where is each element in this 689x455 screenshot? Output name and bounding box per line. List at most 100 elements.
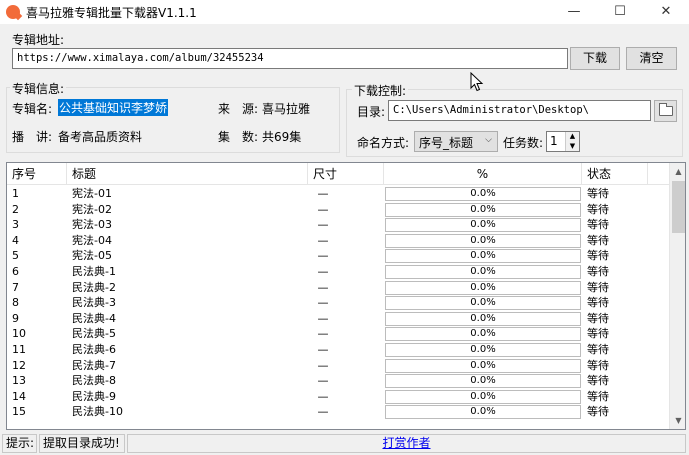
row-size: — [317, 374, 329, 388]
table-row[interactable]: 6 民法典-1 — 0.0% 等待 [7, 264, 669, 280]
column-header-title[interactable]: 标题 [67, 163, 308, 185]
row-progress: 0.0% [385, 311, 581, 326]
table-row[interactable]: 5 宪法-05 — 0.0% 等待 [7, 248, 669, 264]
task-count-value: 1 [550, 134, 558, 148]
stepper-arrows[interactable]: ▲ ▼ [565, 132, 579, 151]
window-title: 喜马拉雅专辑批量下载器V1.1.1 [26, 6, 197, 20]
tip-author-link[interactable]: 打赏作者 [127, 434, 686, 453]
row-state: 等待 [587, 311, 609, 325]
row-progress: 0.0% [385, 280, 581, 295]
row-state: 等待 [587, 202, 609, 216]
table-row[interactable]: 14 民法典-9 — 0.0% 等待 [7, 389, 669, 405]
row-progress: 0.0% [385, 218, 581, 233]
table-row[interactable]: 10 民法典-5 — 0.0% 等待 [7, 326, 669, 342]
album-url-input[interactable]: https://www.ximalaya.com/album/32455234 [12, 48, 568, 69]
scroll-up-icon[interactable]: ▲ [670, 163, 685, 180]
folder-icon [659, 103, 673, 116]
naming-select[interactable]: 序号_标题 ⌵ [414, 131, 498, 152]
row-title: 民法典-9 [72, 389, 116, 403]
row-progress: 0.0% [385, 342, 581, 357]
mouse-cursor-icon [470, 72, 484, 92]
row-size: — [317, 202, 329, 216]
row-progress: 0.0% [385, 264, 581, 279]
table-row[interactable]: 15 民法典-10 — 0.0% 等待 [7, 404, 669, 420]
row-progress: 0.0% [385, 249, 581, 264]
row-title: 民法典-8 [72, 374, 116, 388]
status-message: 提取目录成功! [39, 434, 125, 453]
column-header-size[interactable]: 尺寸 [308, 163, 384, 185]
row-title: 民法典-1 [72, 264, 116, 278]
browse-folder-button[interactable] [654, 100, 677, 122]
episodes-key: 集 数: [218, 130, 259, 144]
clear-button[interactable]: 清空 [626, 47, 677, 70]
table-row[interactable]: 13 民法典-8 — 0.0% 等待 [7, 373, 669, 389]
track-list[interactable]: 序号 标题 尺寸 % 状态 1 宪法-01 — 0.0% 等待 2 宪法-02 — 0.0% 等待… [6, 162, 686, 430]
scrollbar-thumb[interactable] [672, 181, 685, 233]
stepper-up-icon[interactable]: ▲ [566, 132, 579, 142]
task-count-label: 任务数: [503, 136, 544, 150]
maximize-button[interactable]: ☐ [597, 0, 643, 24]
title-bar: 喜马拉雅专辑批量下载器V1.1.1 — ☐ ✕ [0, 0, 689, 24]
row-size: — [317, 358, 329, 372]
row-size: — [317, 296, 329, 310]
row-size: — [317, 405, 329, 419]
scroll-down-icon[interactable]: ▼ [670, 412, 685, 429]
row-title: 民法典-5 [72, 327, 116, 341]
row-number: 6 [12, 264, 19, 278]
directory-input[interactable]: C:\Users\Administrator\Desktop\ [388, 100, 651, 121]
row-size: — [317, 389, 329, 403]
table-row[interactable]: 12 民法典-7 — 0.0% 等待 [7, 358, 669, 374]
stepper-down-icon[interactable]: ▼ [566, 142, 579, 152]
table-row[interactable]: 4 宪法-04 — 0.0% 等待 [7, 233, 669, 249]
episodes-value: 共69集 [262, 130, 302, 144]
table-row[interactable]: 1 宪法-01 — 0.0% 等待 [7, 186, 669, 202]
source-key: 来 源: [218, 102, 259, 116]
column-header-state[interactable]: 状态 [582, 163, 648, 185]
row-size: — [317, 233, 329, 247]
row-number: 12 [12, 358, 26, 372]
row-number: 14 [12, 389, 26, 403]
row-title: 民法典-2 [72, 280, 116, 294]
column-header-progress[interactable]: % [384, 163, 582, 185]
row-title: 宪法-04 [72, 233, 112, 247]
table-row[interactable]: 8 民法典-3 — 0.0% 等待 [7, 295, 669, 311]
row-number: 10 [12, 327, 26, 341]
table-row[interactable]: 3 宪法-03 — 0.0% 等待 [7, 217, 669, 233]
row-progress: 0.0% [385, 358, 581, 373]
row-size: — [317, 218, 329, 232]
row-progress: 0.0% [385, 327, 581, 342]
row-size: — [317, 342, 329, 356]
row-progress: 0.0% [385, 202, 581, 217]
row-state: 等待 [587, 264, 609, 278]
table-row[interactable]: 11 民法典-6 — 0.0% 等待 [7, 342, 669, 358]
row-progress: 0.0% [385, 187, 581, 201]
row-state: 等待 [587, 233, 609, 247]
album-name-value[interactable]: 公共基础知识李梦娇 [58, 99, 169, 116]
minimize-button[interactable]: — [551, 0, 597, 24]
row-title: 宪法-01 [72, 187, 112, 200]
row-number: 13 [12, 374, 26, 388]
naming-select-value: 序号_标题 [419, 136, 474, 150]
download-button[interactable]: 下载 [570, 47, 620, 70]
column-header-number[interactable]: 序号 [7, 163, 67, 185]
table-row[interactable]: 2 宪法-02 — 0.0% 等待 [7, 202, 669, 218]
row-number: 8 [12, 296, 19, 310]
row-progress: 0.0% [385, 296, 581, 311]
table-row[interactable]: 7 民法典-2 — 0.0% 等待 [7, 280, 669, 296]
row-progress: 0.0% [385, 389, 581, 404]
close-button[interactable]: ✕ [643, 0, 689, 24]
host-value: 备考高品质资料 [58, 130, 143, 144]
row-progress: 0.0% [385, 374, 581, 389]
album-name-key: 专辑名: [12, 102, 53, 116]
row-state: 等待 [587, 187, 609, 200]
row-title: 宪法-05 [72, 249, 112, 263]
row-number: 11 [12, 342, 26, 356]
vertical-scrollbar[interactable]: ▲ ▼ [669, 163, 685, 429]
task-count-stepper[interactable]: 1 ▲ ▼ [546, 131, 580, 152]
table-row[interactable]: 9 民法典-4 — 0.0% 等待 [7, 311, 669, 327]
app-logo-icon [6, 5, 20, 19]
row-state: 等待 [587, 405, 609, 419]
row-title: 民法典-6 [72, 342, 116, 356]
row-size: — [317, 311, 329, 325]
row-number: 4 [12, 233, 19, 247]
